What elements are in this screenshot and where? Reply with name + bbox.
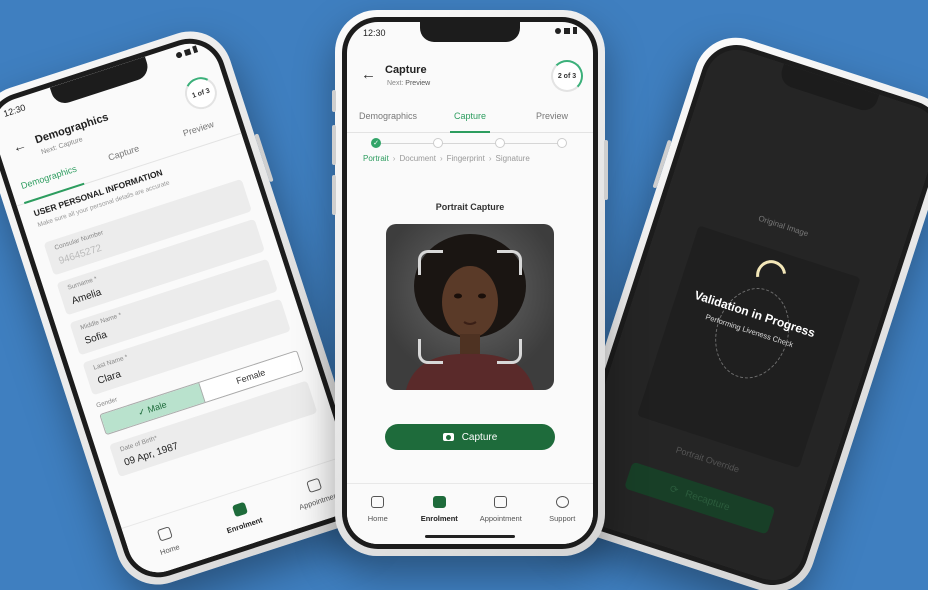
frame-corner xyxy=(418,339,443,364)
phone-validation: Original Image Validation in Progress Pe… xyxy=(548,26,928,590)
back-arrow-icon[interactable]: ← xyxy=(10,136,28,156)
help-icon xyxy=(555,496,569,508)
field-label: Last Name * xyxy=(92,353,129,372)
tab-capture[interactable]: Capture xyxy=(429,108,511,133)
tab-bar: Demographics Capture Preview xyxy=(347,108,593,133)
portrait-capture-label: Portrait Capture xyxy=(435,202,505,212)
field-label: Middle Name * xyxy=(79,311,123,332)
wifi-icon xyxy=(555,27,561,34)
nav-label: Home xyxy=(367,514,388,523)
refresh-icon: ⟳ xyxy=(668,483,680,497)
capture-button[interactable]: Capture xyxy=(385,424,555,450)
step-labels: Portrait › Document › Fingerprint › Signature xyxy=(363,154,587,163)
next-prefix: Next: xyxy=(387,80,404,87)
capture-stepper: ✓ xyxy=(365,138,575,150)
nav-support[interactable]: Support xyxy=(532,484,594,544)
frame-corner xyxy=(497,250,522,275)
stepper-line xyxy=(375,143,565,144)
enrolment-icon xyxy=(231,501,248,518)
battery-icon xyxy=(192,45,199,54)
step-progress-ring: 1 of 3 xyxy=(180,73,222,114)
step-fingerprint[interactable]: Fingerprint xyxy=(447,154,485,163)
portrait-preview xyxy=(386,224,554,390)
bottom-nav: Home Enrolment Appointment Support xyxy=(347,483,593,544)
gender-label: Gender xyxy=(95,396,119,410)
chevron-right-icon: › xyxy=(392,154,396,163)
status-icons xyxy=(175,45,199,59)
phone-capture: 12:30 ← Capture Next: Preview 2 of 3 Dem… xyxy=(332,10,608,556)
step-progress-ring: 2 of 3 xyxy=(551,60,583,92)
scene: 12:30 ← Demographics Next: Capture 1 of … xyxy=(0,0,928,590)
frame-corner xyxy=(497,339,522,364)
calendar-icon xyxy=(306,477,323,494)
home-icon xyxy=(156,526,173,542)
wifi-icon xyxy=(175,50,183,59)
side-button xyxy=(332,175,336,215)
next-step-label: Next: Preview xyxy=(387,80,430,87)
enrolment-icon xyxy=(432,496,446,508)
screen-capture: 12:30 ← Capture Next: Preview 2 of 3 Dem… xyxy=(347,22,593,544)
screen-validation: Original Image Validation in Progress Pe… xyxy=(563,41,928,589)
bottom-nav: Home Enrolment Appointment xyxy=(121,455,363,581)
calendar-icon xyxy=(494,496,508,508)
next-prefix: Next: xyxy=(40,144,59,157)
status-time: 12:30 xyxy=(363,28,386,38)
nav-label: Support xyxy=(549,514,576,523)
field-value: Amelia xyxy=(70,287,103,307)
nav-home[interactable]: Home xyxy=(347,484,409,544)
signal-icon xyxy=(564,27,570,34)
tab-demographics[interactable]: Demographics xyxy=(347,108,429,132)
step-document[interactable]: Document xyxy=(399,154,435,163)
header: ← Capture Next: Preview 2 of 3 xyxy=(347,60,593,110)
nav-label: Enrolment xyxy=(225,515,264,536)
side-button xyxy=(332,90,336,112)
step-dot xyxy=(557,138,567,148)
field-value: Clara xyxy=(96,368,123,387)
signal-icon xyxy=(183,48,192,56)
capture-button-label: Capture xyxy=(461,431,498,443)
camera-icon xyxy=(442,433,454,441)
field-value: Sofia xyxy=(83,329,109,347)
status-icons xyxy=(555,27,577,34)
frame-corner xyxy=(418,250,443,275)
page-title: Capture xyxy=(385,64,427,76)
notch xyxy=(49,56,152,107)
gender-male-label: Male xyxy=(146,399,168,415)
step-dot xyxy=(495,138,505,148)
next-value: Preview xyxy=(405,80,431,87)
home-icon xyxy=(371,496,385,508)
chevron-right-icon: › xyxy=(439,154,443,163)
side-button xyxy=(332,125,336,165)
tab-preview[interactable]: Preview xyxy=(511,108,593,132)
chevron-right-icon: › xyxy=(488,154,492,163)
side-button xyxy=(604,140,608,200)
battery-icon xyxy=(573,27,577,34)
nav-label: Enrolment xyxy=(420,514,458,523)
nav-label: Home xyxy=(158,542,181,557)
screen-demographics: 12:30 ← Demographics Next: Capture 1 of … xyxy=(0,35,363,581)
back-arrow-icon[interactable]: ← xyxy=(361,66,376,83)
step-signature[interactable]: Signature xyxy=(496,154,530,163)
status-time: 12:30 xyxy=(2,102,27,119)
step-done-check-icon: ✓ xyxy=(371,138,381,148)
tab-preview[interactable]: Preview xyxy=(160,112,242,157)
portrait-photo xyxy=(406,234,534,390)
nav-label: Appointment xyxy=(479,514,522,523)
recapture-label: Recapture xyxy=(683,488,732,513)
notch xyxy=(420,22,520,42)
step-portrait[interactable]: Portrait xyxy=(363,154,389,163)
step-dot xyxy=(433,138,443,148)
home-indicator xyxy=(425,535,515,538)
phone-demographics: 12:30 ← Demographics Next: Capture 1 of … xyxy=(0,20,378,590)
